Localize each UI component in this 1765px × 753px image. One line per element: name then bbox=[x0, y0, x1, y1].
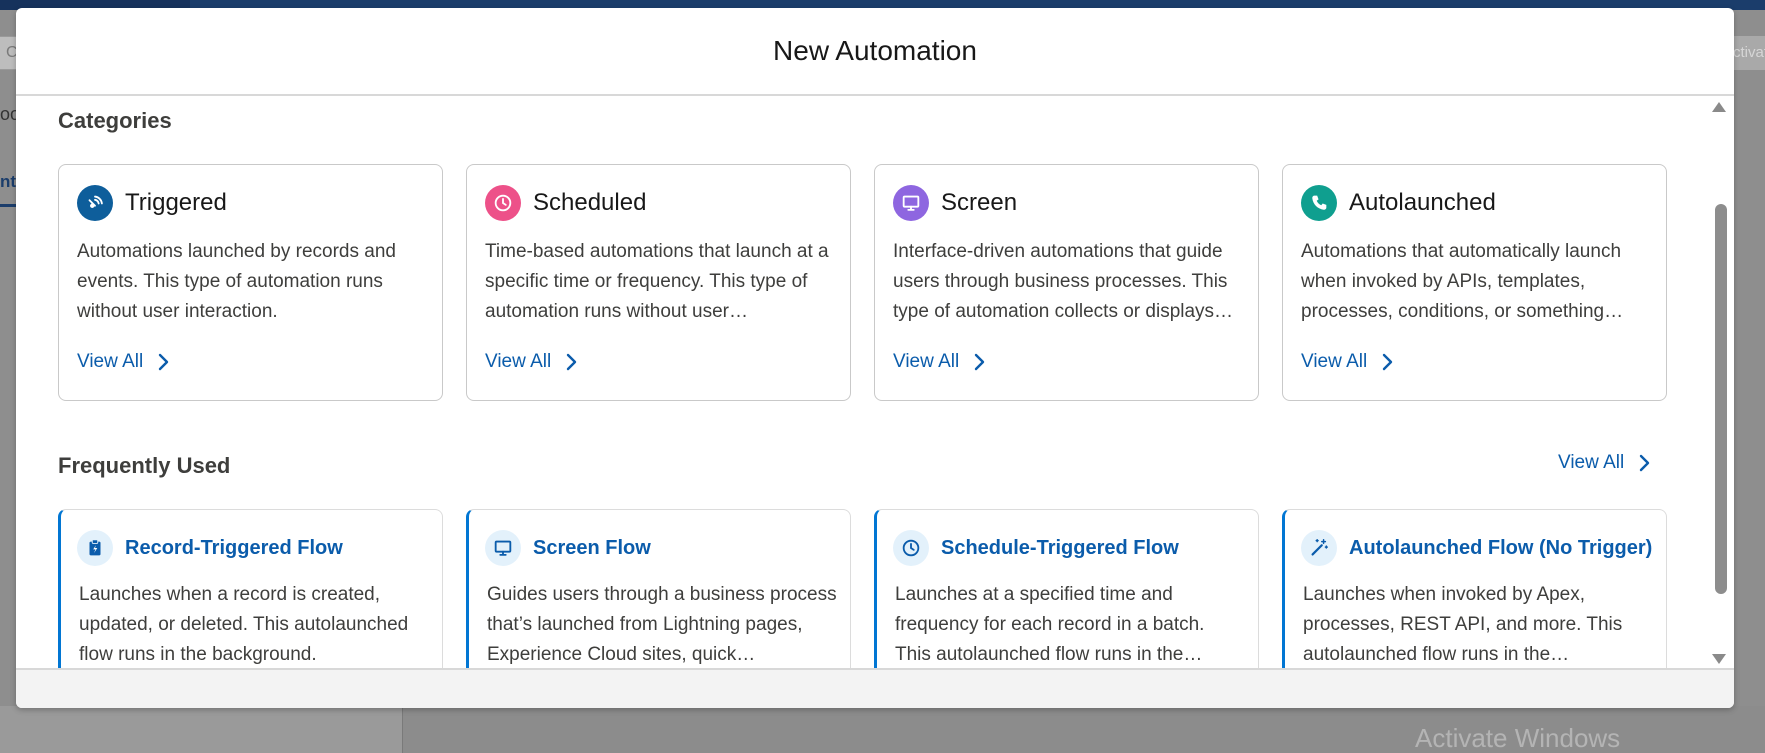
category-title: Autolaunched bbox=[1349, 189, 1496, 216]
flow-card-title: Record-Triggered Flow bbox=[125, 536, 343, 559]
category-card-triggered[interactable]: Triggered Automations launched by record… bbox=[58, 164, 443, 401]
view-all-label: View All bbox=[1558, 452, 1625, 473]
view-all-label: View All bbox=[1301, 351, 1368, 372]
monitor-icon bbox=[485, 530, 521, 566]
view-all-scheduled-link[interactable]: View All bbox=[485, 351, 579, 373]
modal-footer bbox=[16, 668, 1734, 708]
new-automation-modal: New Automation Categories Triggered Auto… bbox=[16, 8, 1734, 708]
view-all-triggered-link[interactable]: View All bbox=[77, 351, 171, 373]
chevron-right-icon bbox=[1382, 353, 1393, 371]
background-side-tab-underline bbox=[0, 204, 16, 207]
frequently-used-heading: Frequently Used bbox=[58, 453, 231, 478]
category-title: Triggered bbox=[125, 189, 227, 216]
modal-title: New Automation bbox=[773, 35, 977, 66]
windows-watermark: Activate Windows bbox=[1415, 723, 1621, 753]
view-all-label: View All bbox=[77, 351, 144, 372]
chevron-right-icon bbox=[158, 353, 169, 371]
category-description: Automations that automatically launch wh… bbox=[1301, 241, 1624, 322]
category-title: Scheduled bbox=[533, 189, 647, 216]
category-description: Time-based automations that launch at a … bbox=[485, 241, 829, 322]
flow-card-title: Schedule-Triggered Flow bbox=[941, 536, 1179, 559]
clock-icon bbox=[485, 185, 521, 221]
modal-body[interactable]: Categories Triggered Automations launche… bbox=[16, 98, 1734, 676]
background-activate-button: ctivat bbox=[1729, 36, 1765, 70]
view-all-screen-link[interactable]: View All bbox=[893, 351, 987, 373]
flow-card-description: Launches when invoked by Apex, processes… bbox=[1303, 584, 1623, 665]
category-description: Interface-driven automations that guide … bbox=[893, 241, 1234, 322]
chevron-right-icon bbox=[974, 353, 985, 371]
flow-card-description: Launches at a specified time and frequen… bbox=[895, 584, 1205, 665]
card-header: Scheduled bbox=[485, 185, 646, 221]
scroll-up-arrow[interactable] bbox=[1712, 102, 1726, 112]
card-header: Autolaunched bbox=[1301, 185, 1496, 221]
magic-wand-icon bbox=[1301, 530, 1337, 566]
flow-card-record-triggered[interactable]: Record-Triggered Flow Launches when a re… bbox=[58, 509, 443, 676]
category-title: Screen bbox=[941, 189, 1018, 216]
card-header: Screen bbox=[893, 185, 1017, 221]
flow-card-description: Guides users through a business process … bbox=[487, 584, 837, 665]
category-description: Automations launched by records and even… bbox=[77, 241, 396, 322]
chevron-right-icon bbox=[1639, 454, 1650, 472]
background-side-text: oo bbox=[0, 104, 16, 124]
flow-card-schedule-triggered[interactable]: Schedule-Triggered Flow Launches at a sp… bbox=[874, 509, 1259, 676]
scroll-down-arrow[interactable] bbox=[1712, 654, 1726, 664]
category-card-autolaunched[interactable]: Autolaunched Automations that automatica… bbox=[1282, 164, 1667, 401]
clipboard-icon bbox=[77, 530, 113, 566]
frequently-used-view-all-link[interactable]: View All bbox=[1558, 452, 1652, 474]
flow-card-title: Autolaunched Flow (No Trigger) bbox=[1349, 536, 1653, 559]
category-card-screen[interactable]: Screen Interface-driven automations that… bbox=[874, 164, 1259, 401]
flow-card-header: Screen Flow bbox=[485, 530, 651, 566]
view-all-autolaunched-link[interactable]: View All bbox=[1301, 351, 1395, 373]
categories-heading: Categories bbox=[58, 108, 172, 133]
clock-icon bbox=[893, 530, 929, 566]
flow-card-header: Autolaunched Flow (No Trigger) bbox=[1301, 530, 1652, 566]
flow-card-header: Record-Triggered Flow bbox=[77, 530, 343, 566]
view-all-label: View All bbox=[893, 351, 960, 372]
broadcast-icon bbox=[77, 185, 113, 221]
flow-card-screen[interactable]: Screen Flow Guides users through a busin… bbox=[466, 509, 851, 676]
scrollbar-thumb[interactable] bbox=[1715, 204, 1727, 594]
flow-card-description: Launches when a record is created, updat… bbox=[79, 584, 409, 665]
card-header: Triggered bbox=[77, 185, 227, 221]
chevron-right-icon bbox=[566, 353, 577, 371]
modal-header: New Automation bbox=[16, 8, 1734, 96]
view-all-label: View All bbox=[485, 351, 552, 372]
flow-card-autolaunched-no-trigger[interactable]: Autolaunched Flow (No Trigger) Launches … bbox=[1282, 509, 1667, 676]
category-card-scheduled[interactable]: Scheduled Time-based automations that la… bbox=[466, 164, 851, 401]
phone-icon bbox=[1301, 185, 1337, 221]
flow-card-title: Screen Flow bbox=[533, 536, 651, 559]
background-side-tab: nts bbox=[0, 172, 16, 191]
flow-card-header: Schedule-Triggered Flow bbox=[893, 530, 1179, 566]
monitor-icon bbox=[893, 185, 929, 221]
